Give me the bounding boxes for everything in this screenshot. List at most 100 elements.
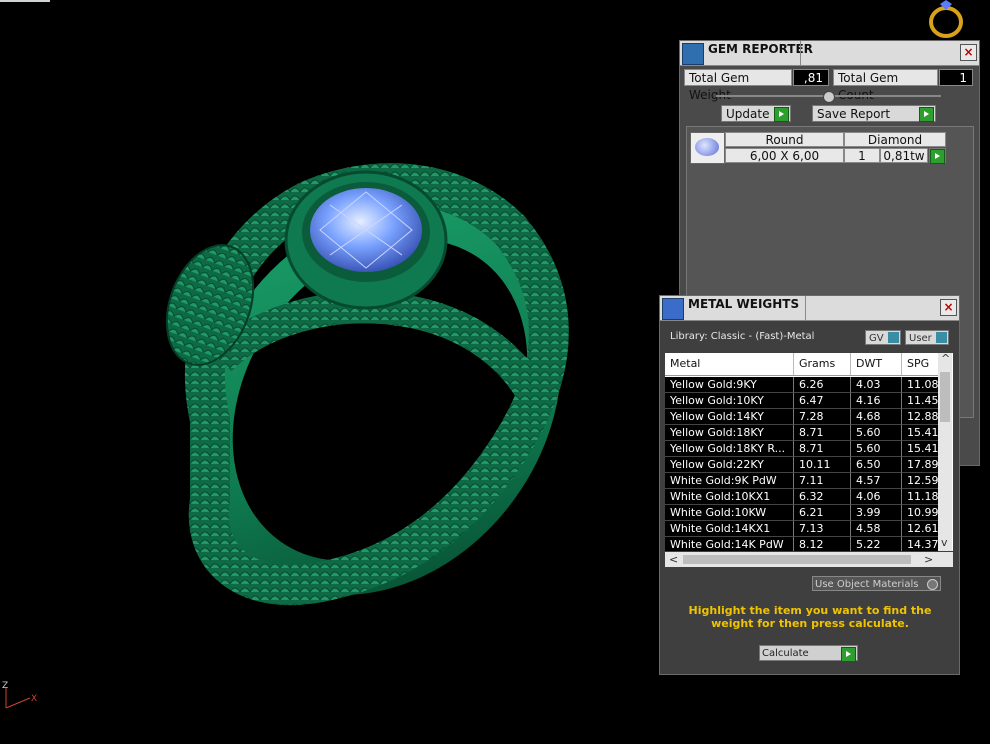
slider-handle[interactable] (823, 91, 835, 103)
table-cell: 17.89 (902, 457, 940, 473)
table-cell: 15.41 (902, 425, 940, 441)
total-gem-weight-value: ,81 (793, 69, 829, 86)
table-cell: Yellow Gold:14KY (665, 409, 794, 425)
play-arrow-icon (930, 149, 945, 164)
table-row[interactable]: Yellow Gold:22KY 10.11 6.50 17.89 (665, 457, 940, 473)
table-cell: 4.58 (851, 521, 902, 537)
update-button[interactable]: Update (721, 105, 791, 122)
table-cell: Yellow Gold:18KY R... (665, 441, 794, 457)
use-object-materials-label: Use Object Materials (815, 579, 919, 590)
radio-button-icon[interactable] (927, 579, 938, 590)
table-cell: 6.50 (851, 457, 902, 473)
gem-reporter-title: GEM REPORTER (708, 42, 813, 56)
use-object-materials-option[interactable]: Use Object Materials (812, 576, 941, 591)
ring-logo-icon (929, 0, 963, 38)
gem-type-cell: Diamond (844, 132, 946, 147)
calculate-button[interactable]: Calculate (759, 645, 858, 662)
table-row[interactable]: Yellow Gold:18KY R... 8.71 5.60 15.41 (665, 441, 940, 457)
table-cell: White Gold:10KW (665, 505, 794, 521)
table-cell: 7.28 (794, 409, 851, 425)
table-cell: 5.60 (851, 441, 902, 457)
close-icon[interactable]: × (940, 299, 957, 316)
table-cell: 4.06 (851, 489, 902, 505)
metal-weights-table: Metal Grams DWT SPG Yellow Gold:9KY 6.26 4… (665, 353, 953, 551)
table-cell: 6.47 (794, 393, 851, 409)
table-cell: 12.59 (902, 473, 940, 489)
gem-size-cell: 6,00 X 6,00 (725, 148, 844, 163)
column-header-grams[interactable]: Grams (794, 353, 851, 375)
table-row[interactable]: Yellow Gold:18KY 8.71 5.60 15.41 (665, 425, 940, 441)
save-report-button[interactable]: Save Report (812, 105, 936, 122)
gem-weight-cell: 0,81tw (880, 148, 928, 163)
table-row[interactable]: White Gold:10KW 6.21 3.99 10.99 (665, 505, 940, 521)
table-cell: 11.45 (902, 393, 940, 409)
table-row[interactable]: Yellow Gold:10KY 6.47 4.16 11.45 (665, 393, 940, 409)
calculate-button-label: Calculate (762, 648, 809, 659)
table-row[interactable]: White Gold:14KX1 7.13 4.58 12.61 (665, 521, 940, 537)
user-toggle[interactable]: User (905, 330, 949, 345)
column-header-spg[interactable]: SPG (902, 353, 940, 375)
table-cell: White Gold:9K PdW (665, 473, 794, 489)
table-cell: 14.37 (902, 537, 940, 551)
horizontal-scroll-thumb[interactable] (683, 555, 911, 564)
table-row[interactable]: Yellow Gold:9KY 6.26 4.03 11.08 (665, 377, 940, 393)
toggle-indicator-icon (888, 332, 899, 343)
metal-weights-titlebar[interactable]: METAL WEIGHTS × (660, 296, 959, 321)
gem-shape-cell: Round (725, 132, 844, 147)
table-cell: White Gold:14KX1 (665, 521, 794, 537)
table-cell: 15.41 (902, 441, 940, 457)
table-cell: 5.60 (851, 425, 902, 441)
column-header-dwt[interactable]: DWT (851, 353, 902, 375)
gem-count-cell: 1 (844, 148, 880, 163)
toggle-indicator-icon (936, 332, 947, 343)
total-gem-weight-label: Total Gem Weight (684, 69, 792, 102)
scroll-left-icon[interactable]: < (669, 553, 678, 566)
table-row[interactable]: Yellow Gold:14KY 7.28 4.68 12.88 (665, 409, 940, 425)
gem-reporter-titlebar[interactable]: GEM REPORTER × (680, 41, 979, 66)
metal-weights-title: METAL WEIGHTS (688, 297, 800, 311)
gv-toggle[interactable]: GV (865, 330, 901, 345)
table-row[interactable]: White Gold:9K PdW 7.11 4.57 12.59 (665, 473, 940, 489)
table-cell: 6.21 (794, 505, 851, 521)
table-cell: 12.61 (902, 521, 940, 537)
table-cell: 7.11 (794, 473, 851, 489)
play-arrow-icon (774, 107, 789, 122)
table-cell: 4.57 (851, 473, 902, 489)
table-cell: 8.71 (794, 441, 851, 457)
table-cell: Yellow Gold:18KY (665, 425, 794, 441)
table-row[interactable]: White Gold:10KX1 6.32 4.06 11.18 (665, 489, 940, 505)
axis-gizmo: Z X (2, 681, 37, 709)
gem-row-expand-button[interactable] (929, 148, 946, 164)
round-diamond-icon (695, 138, 719, 156)
table-cell: Yellow Gold:9KY (665, 377, 794, 393)
total-gem-count-label: Total Gem Count (833, 69, 938, 102)
table-cell: 12.88 (902, 409, 940, 425)
total-gem-count-value: 1 (939, 69, 973, 86)
scroll-down-icon[interactable]: v (941, 536, 948, 549)
table-cell: Yellow Gold:10KY (665, 393, 794, 409)
table-cell: 10.11 (794, 457, 851, 473)
ring-3d-viewport[interactable] (0, 0, 660, 744)
vertical-scroll-thumb[interactable] (940, 372, 950, 422)
close-icon[interactable]: × (960, 44, 977, 61)
scroll-right-icon[interactable]: > (924, 553, 933, 566)
gv-toggle-label: GV (869, 333, 884, 344)
column-header-metal[interactable]: Metal (665, 353, 794, 375)
table-cell: 5.22 (851, 537, 902, 551)
table-cell: 4.16 (851, 393, 902, 409)
table-cell: 7.13 (794, 521, 851, 537)
table-cell: 11.08 (902, 377, 940, 393)
play-arrow-icon (841, 647, 856, 662)
gem-thumbnail[interactable] (690, 132, 725, 164)
table-cell: 4.68 (851, 409, 902, 425)
table-row[interactable]: White Gold:14K PdW 8.12 5.22 14.37 (665, 537, 940, 551)
table-cell: 6.32 (794, 489, 851, 505)
save-report-button-label: Save Report (817, 107, 891, 121)
scroll-up-icon[interactable]: ^ (941, 352, 950, 365)
gem-reporter-icon (682, 43, 704, 65)
table-cell: 8.71 (794, 425, 851, 441)
table-cell: 10.99 (902, 505, 940, 521)
axis-z-label: Z (2, 681, 8, 691)
table-cell: 11.18 (902, 489, 940, 505)
table-cell: 6.26 (794, 377, 851, 393)
